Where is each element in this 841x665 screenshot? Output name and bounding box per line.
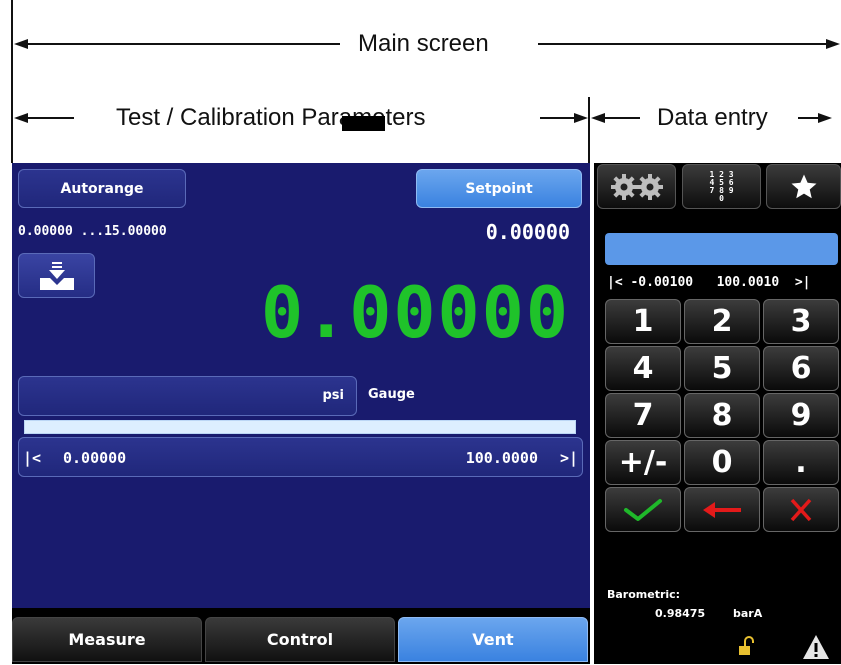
key-6[interactable]: 6	[763, 346, 839, 391]
main-screen-line-left	[26, 43, 340, 45]
main-screen-line-right	[538, 43, 826, 45]
tare-button[interactable]	[18, 253, 95, 298]
tab-measure[interactable]: Measure	[12, 617, 202, 662]
autorange-button[interactable]: Autorange	[18, 169, 186, 208]
data-entry-line-right	[798, 117, 818, 119]
progress-bar	[24, 420, 576, 434]
download-icon	[39, 261, 74, 290]
annotation-left-border	[11, 0, 13, 163]
checkmark-icon	[624, 498, 662, 521]
unit-selector[interactable]: psi	[18, 376, 357, 416]
range-row[interactable]: |< 0.00000 100.0000 >|	[18, 437, 583, 477]
setpoint-value: 0.00000	[485, 220, 570, 244]
redaction-box	[342, 116, 385, 131]
barometric-label: Barometric:	[607, 588, 681, 601]
warning-icon	[803, 635, 829, 659]
arrow-right-icon	[826, 39, 840, 49]
confirm-button[interactable]	[605, 487, 681, 532]
arrow-right-icon	[818, 113, 832, 123]
unit-label: psi	[322, 388, 345, 403]
key-1[interactable]: 1	[605, 299, 681, 344]
unlock-icon	[739, 636, 754, 655]
key-9[interactable]: 9	[763, 393, 839, 438]
range-max-value: 100.0000	[465, 449, 538, 467]
key-plus-minus[interactable]: +/-	[605, 440, 681, 485]
measured-value: 0.00000	[260, 272, 570, 354]
key-3[interactable]: 3	[763, 299, 839, 344]
key-decimal[interactable]: .	[763, 440, 839, 485]
key-2[interactable]: 2	[684, 299, 760, 344]
test-line-right	[540, 117, 574, 119]
numpad-icon: 1 2 34 5 67 8 90	[709, 169, 734, 203]
key-7[interactable]: 7	[605, 393, 681, 438]
star-icon	[791, 174, 816, 198]
data-entry-line-left	[604, 117, 640, 119]
settings-button[interactable]	[597, 164, 676, 209]
cancel-button[interactable]	[763, 487, 839, 532]
key-0[interactable]: 0	[684, 440, 760, 485]
barometric-value: 0.98475	[655, 607, 706, 620]
range-min-value: 0.00000	[63, 449, 127, 467]
mode-label: Gauge	[368, 387, 415, 402]
warning-button[interactable]	[801, 633, 831, 661]
range-max-marker[interactable]: >|	[560, 449, 578, 467]
entry-range-text: |< -0.00100 100.0010 >|	[607, 275, 811, 290]
arrow-left-icon	[703, 501, 741, 518]
entry-field[interactable]	[605, 233, 838, 265]
key-5[interactable]: 5	[684, 346, 760, 391]
annotation-divider	[588, 97, 590, 163]
setpoint-button[interactable]: Setpoint	[416, 169, 582, 208]
favorites-button[interactable]	[766, 164, 841, 209]
close-icon	[790, 498, 812, 521]
unlock-button[interactable]	[737, 636, 755, 658]
tab-vent[interactable]: Vent	[398, 617, 588, 662]
barometric-unit: barA	[733, 607, 763, 620]
test-line-left	[26, 117, 74, 119]
key-4[interactable]: 4	[605, 346, 681, 391]
data-entry-label: Data entry	[657, 104, 768, 131]
key-8[interactable]: 8	[684, 393, 760, 438]
numpad-button[interactable]: 1 2 34 5 67 8 90	[682, 164, 761, 209]
arrow-left-icon	[591, 113, 605, 123]
tab-control[interactable]: Control	[205, 617, 395, 662]
main-screen-label: Main screen	[358, 30, 489, 57]
backspace-button[interactable]	[684, 487, 760, 532]
range-text: 0.00000 ...15.00000	[18, 224, 167, 239]
arrow-right-icon	[574, 113, 588, 123]
range-min-marker[interactable]: |<	[23, 449, 41, 467]
gears-icon	[610, 173, 663, 200]
